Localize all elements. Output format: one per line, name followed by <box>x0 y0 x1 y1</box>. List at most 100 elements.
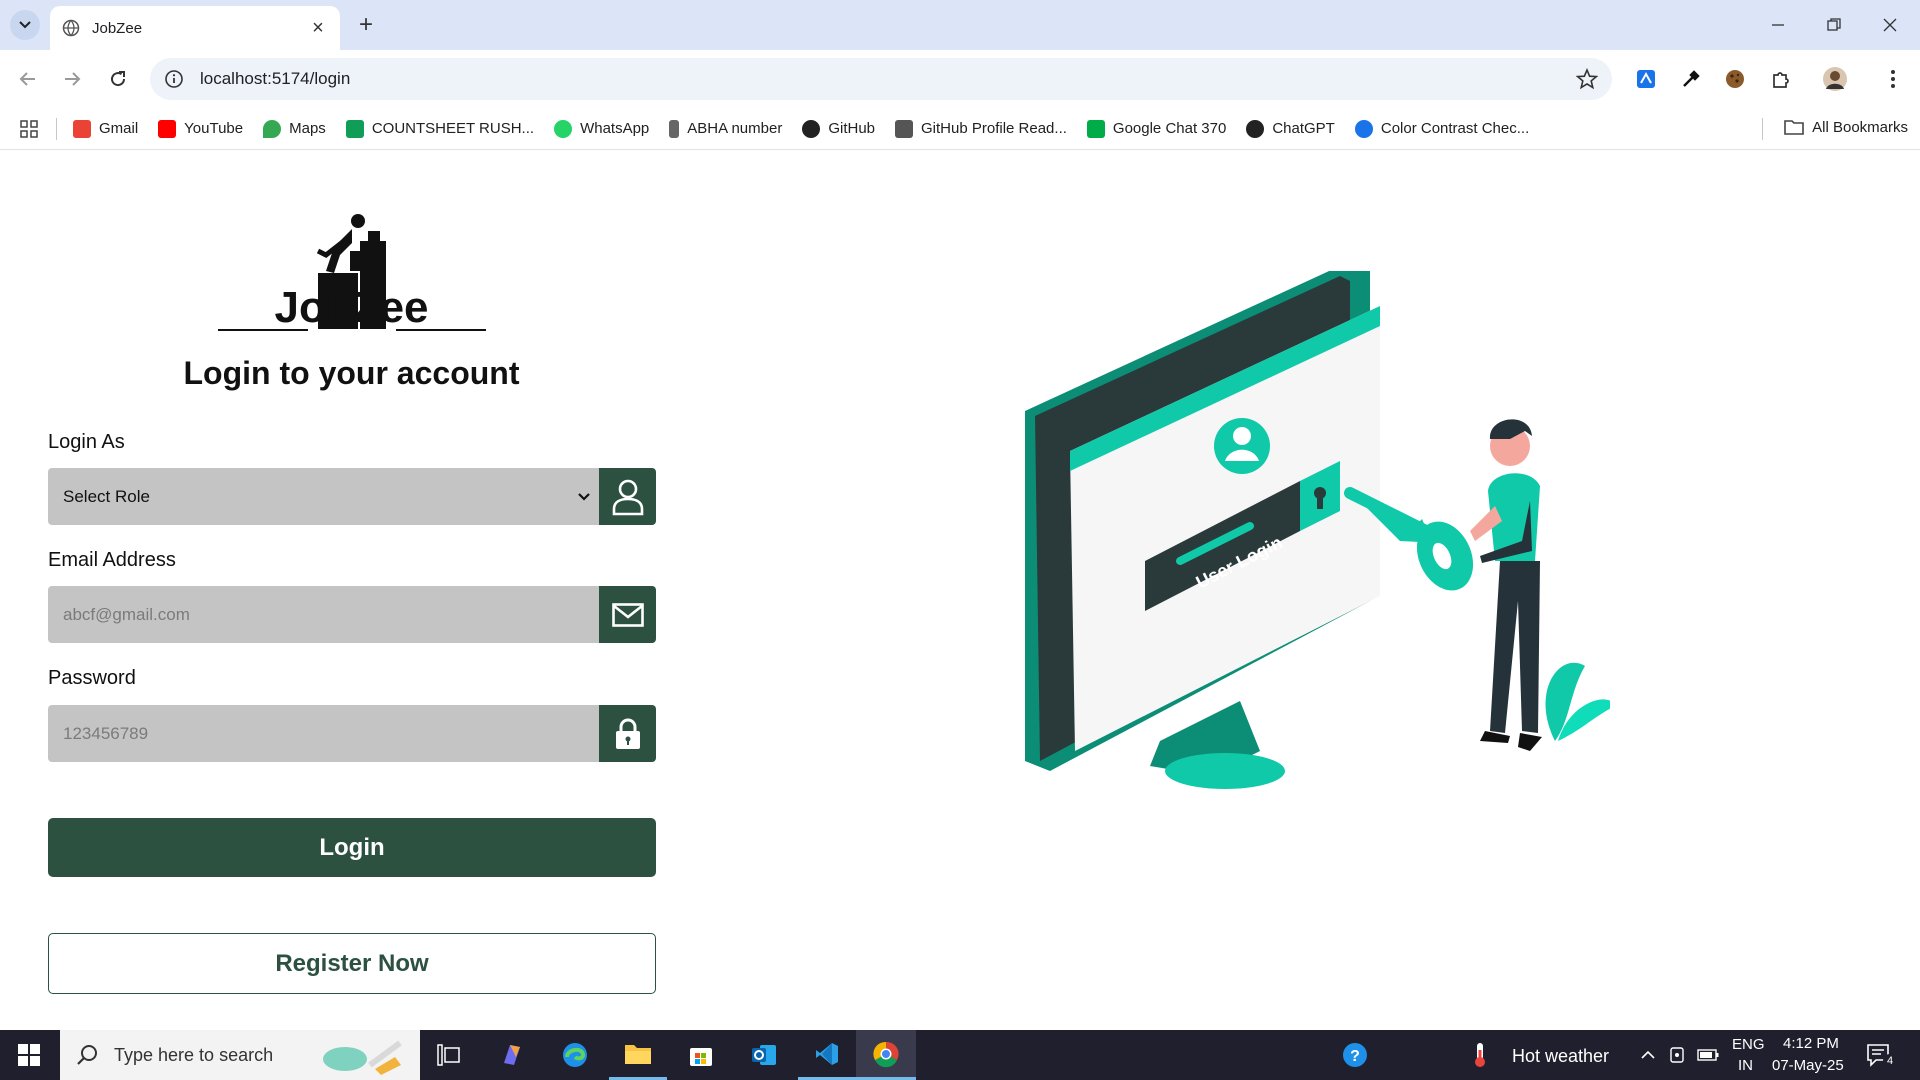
browser-tab-strip: JobZee × + <box>0 0 1920 50</box>
bookmarks-divider <box>56 117 57 140</box>
maps-pin-icon <box>263 119 282 138</box>
password-field <box>48 705 656 762</box>
minimize-icon <box>1772 24 1784 26</box>
role-icon-box <box>599 468 656 525</box>
login-button[interactable]: Login <box>48 818 656 877</box>
tab-title: JobZee <box>92 19 143 37</box>
taskbar-search-box[interactable]: Type here to search <box>60 1030 420 1080</box>
bookmark-youtube[interactable]: YouTube <box>158 119 243 138</box>
email-input[interactable] <box>48 586 599 643</box>
chevron-down-icon <box>578 492 590 501</box>
address-bar[interactable]: localhost:5174/login <box>150 58 1612 100</box>
close-window-button[interactable] <box>1862 0 1918 50</box>
outlook-icon <box>752 1045 776 1065</box>
taskbar-store[interactable] <box>672 1030 730 1080</box>
taskbar-vscode[interactable] <box>798 1030 856 1080</box>
back-button[interactable] <box>13 64 43 94</box>
forward-button[interactable] <box>57 64 87 94</box>
bookmark-maps[interactable]: Maps <box>263 119 326 138</box>
folder-icon <box>625 1044 651 1064</box>
extensions-puzzle-icon[interactable] <box>1768 66 1794 92</box>
bookmark-whatsapp[interactable]: WhatsApp <box>554 119 649 138</box>
bookmark-color-contrast[interactable]: Color Contrast Chec... <box>1354 119 1529 138</box>
taskbar-outlook[interactable] <box>735 1030 793 1080</box>
new-tab-button[interactable]: + <box>352 11 380 39</box>
minimize-button[interactable] <box>1750 0 1806 50</box>
copilot-icon <box>504 1045 520 1065</box>
extension-cookie-icon[interactable] <box>1722 66 1748 92</box>
bookmark-google-chat[interactable]: Google Chat 370 <box>1086 119 1226 138</box>
start-button[interactable] <box>0 1030 58 1080</box>
password-input[interactable] <box>48 705 599 762</box>
bookmark-chatgpt[interactable]: ChatGPT <box>1246 119 1335 138</box>
svg-text:?: ? <box>1350 1048 1360 1065</box>
github-icon <box>802 119 821 138</box>
task-view-button[interactable] <box>420 1030 478 1080</box>
thermometer-icon <box>1475 1043 1485 1067</box>
browser-menu-kebab-icon[interactable] <box>1880 66 1906 92</box>
extension-translate-icon[interactable] <box>1633 66 1659 92</box>
lock-icon <box>615 718 640 749</box>
role-select[interactable]: Select Role <box>48 468 599 525</box>
sheets-icon <box>345 119 364 138</box>
gmail-icon <box>73 119 91 138</box>
bookmark-abha[interactable]: ABHA number <box>669 119 782 138</box>
restore-button[interactable] <box>1806 0 1862 50</box>
bookmark-star-icon[interactable] <box>1576 68 1598 90</box>
all-bookmarks-button[interactable]: All Bookmarks <box>1762 118 1908 140</box>
globe-icon <box>62 19 80 37</box>
taskbar-copilot[interactable] <box>483 1030 541 1080</box>
help-button[interactable]: ? <box>1326 1030 1384 1080</box>
apps-grid-icon[interactable] <box>20 119 38 138</box>
youtube-icon <box>158 119 177 138</box>
password-label: Password <box>48 667 136 689</box>
taskbar-file-explorer[interactable] <box>609 1030 667 1080</box>
windows-logo-icon <box>18 1044 40 1066</box>
chrome-icon <box>873 1041 899 1067</box>
weather-widget[interactable]: Hot weather <box>1512 1046 1609 1067</box>
notification-center-button[interactable]: 4 <box>1866 1042 1897 1068</box>
clock-time[interactable]: 4:12 PM <box>1783 1035 1839 1052</box>
all-bookmarks-divider <box>1762 118 1764 140</box>
tab-search-button[interactable] <box>10 10 40 40</box>
user-login-illustration: User Login <box>1025 271 1610 789</box>
taskbar-search-placeholder: Type here to search <box>114 1044 274 1065</box>
profile-avatar[interactable] <box>1822 66 1848 92</box>
whatsapp-icon <box>554 119 573 138</box>
readme-icon <box>895 119 913 138</box>
search-icon <box>77 1045 97 1065</box>
arrow-right-icon <box>65 72 81 86</box>
vscode-icon <box>816 1042 838 1065</box>
email-label: Email Address <box>48 549 176 571</box>
brand-name: JobZee <box>274 283 429 332</box>
emblem-icon <box>669 119 680 138</box>
bookmark-github[interactable]: GitHub <box>802 119 875 138</box>
register-now-button[interactable]: Register Now <box>48 933 656 994</box>
battery-icon[interactable] <box>1697 1049 1719 1061</box>
bookmark-gmail[interactable]: Gmail <box>73 119 138 138</box>
chevron-up-icon[interactable] <box>1640 1050 1656 1060</box>
extension-eyedropper-icon[interactable] <box>1678 66 1704 92</box>
region-indicator: IN <box>1738 1057 1753 1074</box>
site-info-icon[interactable] <box>164 69 184 89</box>
edge-icon <box>563 1043 587 1067</box>
bookmark-countsheet[interactable]: COUNTSHEET RUSH... <box>345 119 534 138</box>
page-title: Login to your account <box>183 355 520 391</box>
restore-icon <box>1827 18 1841 31</box>
color-contrast-icon <box>1354 119 1373 138</box>
windows-taskbar: Type here to search ? Hot weather ENG IN… <box>0 1030 1920 1080</box>
browser-tab[interactable]: JobZee × <box>50 6 340 50</box>
user-icon <box>612 479 643 515</box>
bookmark-github-profile-readme[interactable]: GitHub Profile Read... <box>895 119 1067 138</box>
taskbar-chrome[interactable] <box>856 1030 916 1080</box>
role-select-value: Select Role <box>63 486 150 506</box>
reload-icon <box>111 71 126 87</box>
tab-close-icon[interactable]: × <box>308 17 328 39</box>
browser-toolbar: localhost:5174/login <box>0 50 1920 108</box>
reload-button[interactable] <box>103 64 133 94</box>
taskbar-edge[interactable] <box>546 1030 604 1080</box>
meet-now-icon[interactable] <box>1668 1046 1686 1064</box>
bookmarks-bar: Gmail YouTube Maps COUNTSHEET RUSH... Wh… <box>0 108 1920 150</box>
role-field: Select Role <box>48 468 656 525</box>
language-indicator[interactable]: ENG <box>1732 1036 1765 1053</box>
